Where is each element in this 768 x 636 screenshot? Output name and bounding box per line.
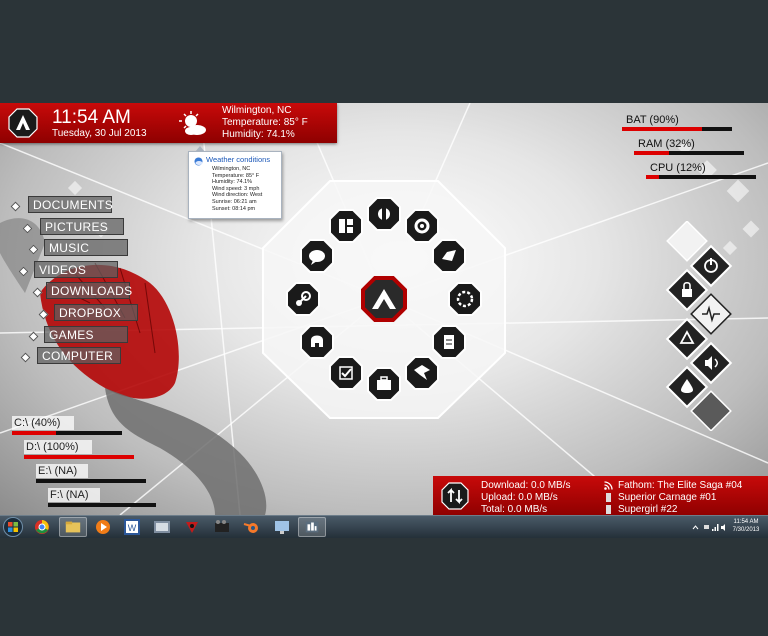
tray-clock[interactable]: 11:54 AM 7/30/2013	[731, 518, 761, 534]
feed-item[interactable]: Supergirl #22	[618, 504, 677, 515]
feed-item[interactable]: Superior Carnage #01	[618, 492, 716, 504]
eagle-icon[interactable]	[405, 356, 439, 390]
grid-icon[interactable]	[329, 209, 363, 243]
network-feed-panel: Download: 0.0 MB/s Upload: 0.0 MB/s Tota…	[433, 476, 768, 515]
feed-item-icon	[606, 493, 611, 502]
feed-item[interactable]: Fathom: The Elite Saga #04	[618, 480, 742, 492]
document-icon[interactable]	[432, 325, 466, 359]
start-button[interactable]	[3, 517, 23, 537]
diamond-icon[interactable]	[666, 221, 708, 262]
chat-icon[interactable]	[300, 239, 334, 273]
checkmark-icon[interactable]	[329, 356, 363, 390]
explorer-icon[interactable]	[59, 517, 87, 537]
network-transfer-icon	[441, 482, 469, 510]
app-icon[interactable]	[148, 517, 176, 537]
helmet-icon[interactable]	[300, 325, 334, 359]
rss-icon	[604, 481, 613, 490]
feed-item-icon	[606, 505, 611, 514]
side-buttons	[665, 221, 733, 431]
skyrim-icon[interactable]	[367, 197, 401, 231]
download-speed: Download: 0.0 MB/s	[481, 480, 571, 491]
game-icon[interactable]	[178, 517, 206, 537]
tray-arrow-icon[interactable]	[692, 524, 699, 531]
rainmeter-icon[interactable]	[298, 517, 326, 537]
steam-logo-icon[interactable]	[432, 239, 466, 273]
briefcase-icon[interactable]	[367, 367, 401, 401]
tray-volume-icon[interactable]	[721, 524, 728, 531]
blender-icon[interactable]	[238, 517, 266, 537]
network-app-icon[interactable]	[268, 517, 296, 537]
settings-cog-icon[interactable]	[405, 209, 439, 243]
media-player-icon[interactable]	[89, 517, 117, 537]
launcher	[286, 197, 482, 401]
tray-date: 7/30/2013	[732, 527, 760, 533]
ring-icon[interactable]	[448, 282, 482, 316]
steam-icon[interactable]	[286, 282, 320, 316]
word-icon[interactable]: W	[118, 517, 146, 537]
tray-flag-icon[interactable]	[703, 524, 710, 531]
svg-text:W: W	[128, 523, 137, 533]
tray-signal-icon[interactable]	[712, 524, 719, 531]
assassins-creed-logo-icon[interactable]	[361, 276, 407, 322]
upload-speed: Upload: 0.0 MB/s	[481, 492, 558, 503]
chrome-icon[interactable]	[28, 517, 56, 537]
total-speed: Total: 0.0 MB/s	[481, 504, 548, 515]
taskbar: W 11:54 AM 7/30/2013	[0, 515, 768, 538]
desktop: 11:54 AM Tuesday, 30 Jul 2013 Wilmington…	[0, 103, 768, 515]
video-icon[interactable]	[208, 517, 236, 537]
tray-time: 11:54 AM	[733, 519, 759, 525]
